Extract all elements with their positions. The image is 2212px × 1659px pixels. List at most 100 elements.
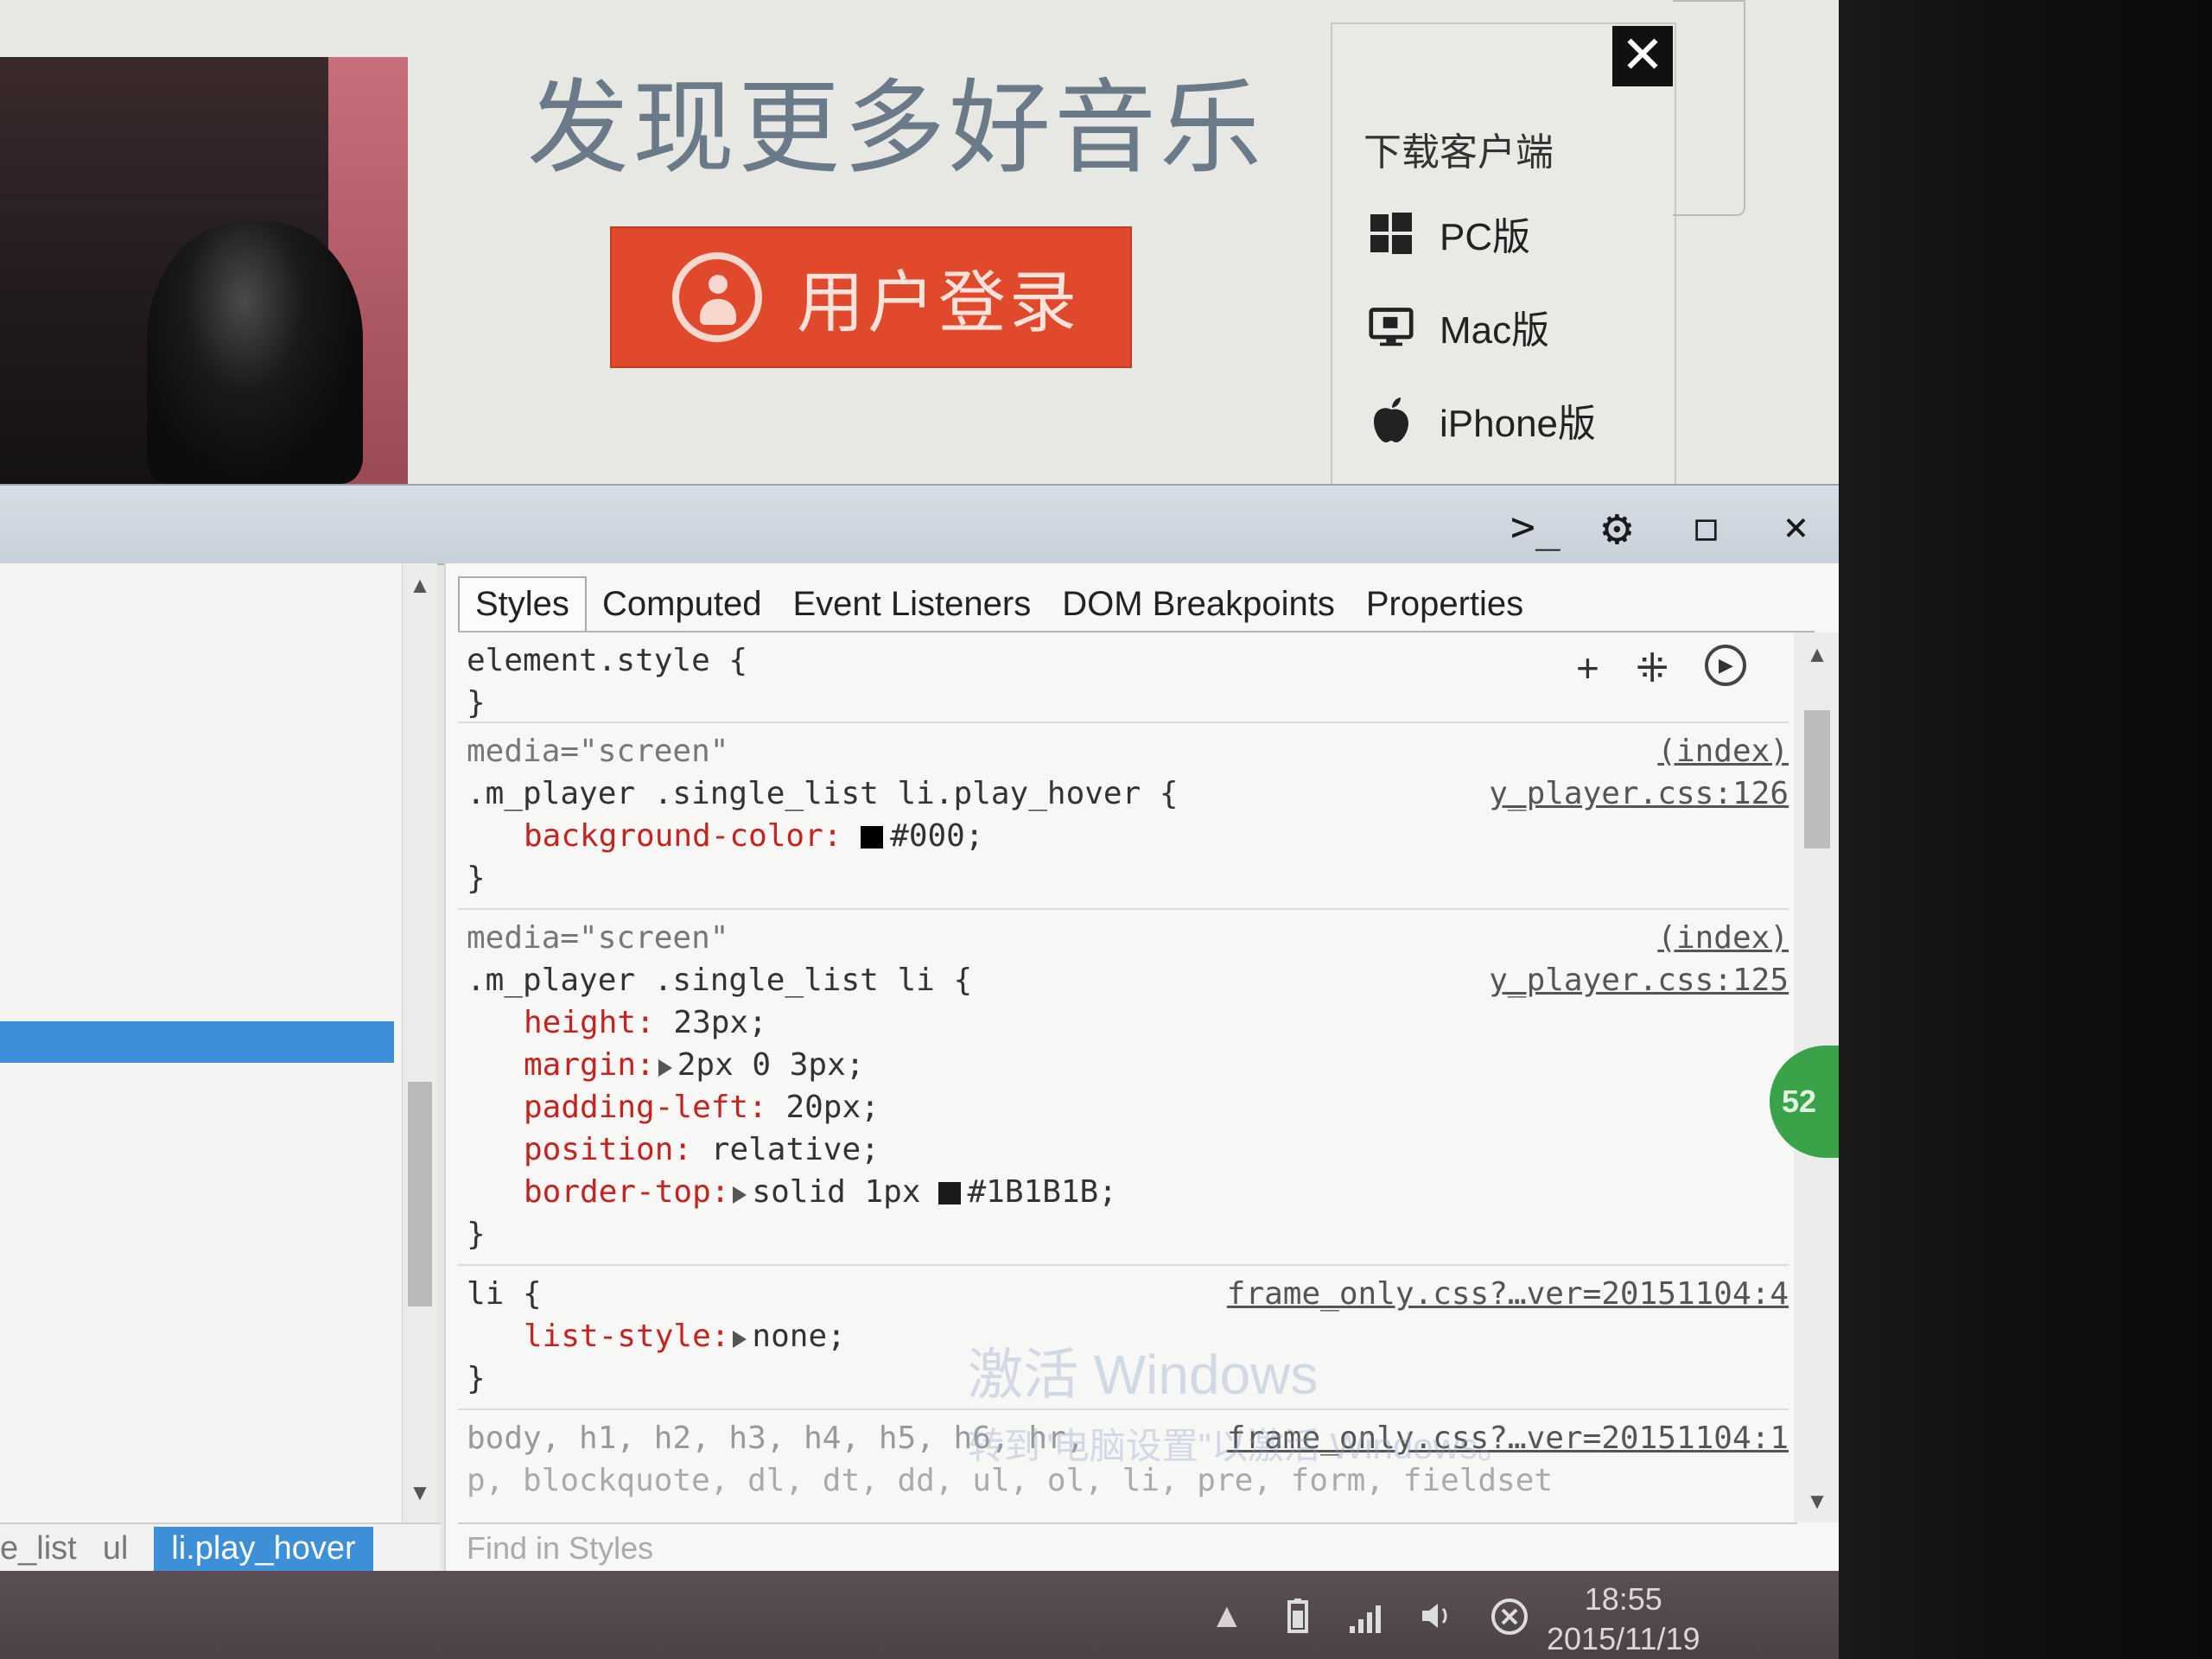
find-in-styles-input[interactable]: Find in Styles (458, 1522, 1797, 1573)
property-value[interactable]: #1B1B1B; (968, 1174, 1117, 1210)
rule-source-link[interactable]: y_player.css:126 (1489, 772, 1789, 815)
css-property[interactable]: padding-left: 20px; (467, 1086, 1780, 1128)
download-mac-label: Mac版 (1440, 309, 1550, 352)
property-value[interactable]: 23px; (673, 1005, 766, 1040)
download-mac-link[interactable]: Mac版 (1369, 299, 1549, 354)
download-client-panel: 下载客户端 PC版 Mac版 iPhone版 (1331, 22, 1676, 484)
watermark-subtitle: 转到"电脑设置"以激活 Windows。 (968, 1426, 1514, 1466)
rule-play-hover[interactable]: media="screen" (index) .m_player .single_… (458, 723, 1789, 910)
scroll-down-icon[interactable]: ▼ (1794, 1488, 1839, 1515)
rule-media: media="screen" (467, 920, 729, 956)
property-name[interactable]: height: (524, 1005, 655, 1040)
windows-icon (1369, 211, 1414, 256)
breadcrumb-item[interactable]: e_list (0, 1530, 77, 1567)
property-value[interactable]: solid 1px (752, 1174, 920, 1210)
sidebar-tabs: Styles Computed Event Listeners DOM Brea… (458, 569, 1539, 631)
rule-close: } (467, 685, 486, 721)
volume-icon[interactable] (1417, 1597, 1455, 1643)
breadcrumb-item[interactable]: ul (103, 1530, 129, 1567)
tab-properties[interactable]: Properties (1351, 585, 1539, 631)
expand-triangle-icon[interactable] (733, 1331, 747, 1348)
selected-node-row[interactable] (0, 1021, 394, 1063)
user-icon (672, 252, 762, 342)
property-value[interactable]: 20px; (785, 1090, 879, 1125)
close-devtools-icon[interactable]: × (1783, 503, 1808, 551)
expand-triangle-icon[interactable] (658, 1059, 672, 1077)
scroll-down-icon[interactable]: ▼ (403, 1479, 437, 1506)
network-icon[interactable] (1490, 1597, 1529, 1645)
rule-source-link[interactable]: (index) (1657, 730, 1789, 772)
screen: 发现更多好音乐 用户登录 下载客户端 PC版 Mac版 iPhone版 ✕ >_… (0, 0, 1839, 1659)
tab-styles[interactable]: Styles (458, 576, 587, 631)
web-page: 发现更多好音乐 用户登录 下载客户端 PC版 Mac版 iPhone版 ✕ (0, 0, 1839, 484)
user-login-label: 用户登录 (797, 264, 1081, 340)
clock-time: 18:55 (1584, 1581, 1662, 1617)
clock-date: 2015/11/19 (1547, 1621, 1700, 1656)
property-name[interactable]: background-color: (524, 818, 842, 854)
css-property[interactable]: background-color: #000; (467, 815, 1780, 857)
tab-event-listeners[interactable]: Event Listeners (778, 585, 1047, 631)
rule-selector[interactable]: .m_player .single_list li { (467, 963, 972, 998)
elements-tree[interactable] (0, 563, 404, 1522)
rule-element-style[interactable]: element.style { } (458, 632, 1789, 723)
devtools-toolbar: >_ ⚙ ◻ × (0, 484, 1839, 565)
watermark-title: 激活 Windows (968, 1344, 1319, 1406)
property-value[interactable]: 2px 0 3px; (677, 1047, 865, 1083)
css-property[interactable]: margin: 2px 0 3px; (467, 1044, 1780, 1086)
dock-icon[interactable]: ◻ (1694, 503, 1719, 551)
property-name[interactable]: list-style: (524, 1319, 729, 1354)
property-name[interactable]: padding-left: (524, 1090, 767, 1125)
system-clock[interactable]: 18:55 2015/11/19 (1547, 1580, 1700, 1659)
property-value[interactable]: #000; (890, 818, 983, 854)
download-pc-label: PC版 (1440, 216, 1531, 258)
activate-windows-watermark: 激活 Windows 转到"电脑设置"以激活 Windows。 (968, 1331, 1514, 1470)
css-property[interactable]: border-top: solid 1px #1B1B1B; (467, 1171, 1780, 1213)
scrollbar-thumb[interactable] (1804, 710, 1830, 849)
user-login-button[interactable]: 用户登录 (610, 226, 1132, 368)
download-title: 下载客户端 (1363, 131, 1554, 174)
signal-icon[interactable] (1348, 1597, 1391, 1643)
rule-single-list-li[interactable]: media="screen" (index) .m_player .single_… (458, 910, 1789, 1266)
property-value[interactable]: relative; (711, 1132, 880, 1167)
artist-silhouette (147, 221, 363, 484)
gear-icon[interactable]: ⚙ (1602, 498, 1632, 556)
download-pc-link[interactable]: PC版 (1369, 206, 1530, 261)
scrollbar-thumb[interactable] (408, 1082, 432, 1306)
breadcrumb-item-active[interactable]: li.play_hover (154, 1526, 373, 1571)
apple-icon (1369, 397, 1414, 442)
scroll-up-icon[interactable]: ▲ (1794, 641, 1839, 668)
color-swatch[interactable] (938, 1182, 961, 1205)
battery-icon[interactable] (1279, 1597, 1317, 1643)
property-name[interactable]: position: (524, 1132, 692, 1167)
download-iphone-link[interactable]: iPhone版 (1369, 392, 1596, 448)
css-property[interactable]: position: relative; (467, 1128, 1780, 1171)
rule-source-link[interactable]: frame_only.css?…ver=20151104:4 (1227, 1273, 1789, 1315)
property-name[interactable]: margin: (524, 1047, 655, 1083)
property-name[interactable]: border-top: (524, 1174, 729, 1210)
tab-computed[interactable]: Computed (587, 585, 778, 631)
property-value[interactable]: none; (752, 1319, 845, 1354)
up-arrow-icon[interactable]: ▲ (1210, 1597, 1244, 1636)
console-icon[interactable]: >_ (1510, 503, 1560, 551)
css-property[interactable]: height: 23px; (467, 1001, 1780, 1044)
color-swatch[interactable] (861, 826, 884, 849)
rule-media: media="screen" (467, 734, 729, 769)
rule-close: } (467, 1217, 486, 1252)
scroll-up-icon[interactable]: ▲ (403, 572, 437, 599)
taskbar: ▲ 18:55 2015/11/19 (0, 1571, 1839, 1659)
rule-source-link[interactable]: (index) (1657, 917, 1789, 959)
rule-close: } (467, 861, 486, 896)
rule-source-link[interactable]: y_player.css:125 (1489, 959, 1789, 1001)
rule-selector[interactable]: element.style { (467, 639, 1780, 682)
close-icon[interactable]: ✕ (1612, 26, 1673, 86)
breadcrumb: e_list ul li.play_hover (0, 1522, 441, 1573)
download-iphone-label: iPhone版 (1440, 403, 1597, 445)
tab-dom-breakpoints[interactable]: DOM Breakpoints (1046, 585, 1351, 631)
rule-selector[interactable]: .m_player .single_list li.play_hover { (467, 776, 1179, 811)
monitor-bezel (1839, 0, 2212, 1659)
monitor-icon (1369, 304, 1414, 349)
artist-photo[interactable] (0, 57, 408, 484)
expand-triangle-icon[interactable] (733, 1186, 747, 1204)
elements-scrollbar[interactable]: ▲ ▼ (403, 563, 437, 1522)
rule-selector[interactable]: li { (467, 1276, 542, 1312)
